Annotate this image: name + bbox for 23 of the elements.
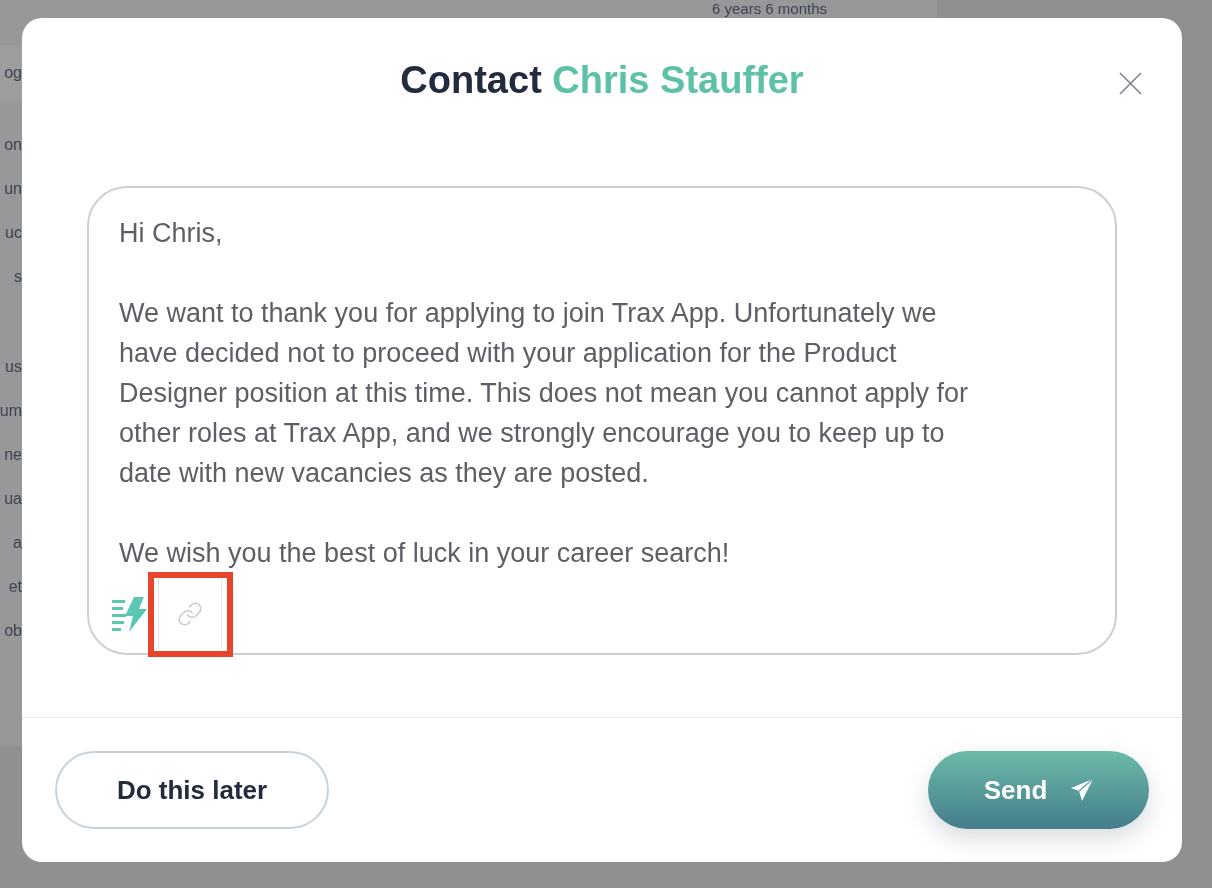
bolt-icon[interactable] [112, 596, 147, 632]
link-icon [177, 601, 203, 627]
paper-plane-icon [1071, 779, 1094, 801]
message-paragraph: Hi Chris, [119, 217, 224, 250]
close-icon[interactable] [1119, 71, 1142, 95]
background-text: a [13, 533, 22, 553]
background-text: on [4, 135, 22, 155]
background-text: uc [5, 223, 22, 243]
background-text: et [8, 577, 22, 597]
background-text: ne [4, 445, 22, 465]
background-text: s [14, 267, 22, 287]
background-text: og [4, 62, 22, 83]
background-text: um [0, 401, 22, 421]
do-later-button[interactable]: Do this later [55, 751, 329, 829]
message-paragraph: We want to thank you for applying to join Trax App. Unfortunately we have decided not to proceed with your application for the Product Designer position at this time. This does not mean you cannot apply for other roles at Trax App, and we strongly encourage you to keep up to date with new vacancies as they are posted. [119, 297, 969, 490]
message-paragraph: We wish you the best of luck in your career search! [119, 537, 731, 570]
dialog-title: Contact Chris Stauffer [400, 58, 804, 102]
background-text: 6 years 6 months [712, 0, 828, 17]
background-text: ua [4, 489, 22, 509]
background-text: ob [4, 621, 22, 641]
background-text: us [5, 357, 22, 377]
message-field[interactable] [87, 186, 1117, 655]
background-text: un [4, 179, 22, 199]
